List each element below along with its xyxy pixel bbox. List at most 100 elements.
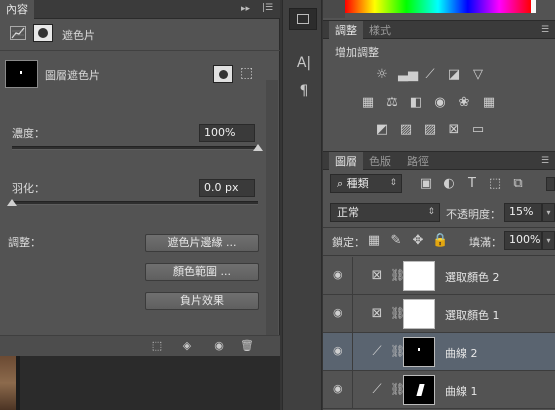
curves-layer-icon[interactable]: ⟋ bbox=[369, 344, 385, 360]
document-canvas[interactable] bbox=[0, 356, 280, 410]
eye-icon[interactable]: ◉ bbox=[333, 383, 347, 395]
color-panel-strip bbox=[323, 0, 345, 18]
layer-row[interactable]: ◉ ⊠ ⛓ 選取顏色 2 bbox=[323, 257, 555, 295]
mask-mode-icon[interactable] bbox=[33, 24, 53, 42]
load-selection-icon[interactable]: ⬚ bbox=[150, 339, 164, 353]
layer-mask-thumbnail[interactable] bbox=[403, 261, 435, 291]
filter-toggle[interactable] bbox=[546, 177, 555, 191]
layer-mask-thumbnail[interactable] bbox=[403, 375, 435, 405]
filter-shape-icon[interactable]: ⬚ bbox=[487, 176, 503, 192]
vector-mask-icon[interactable]: ⬚ bbox=[240, 64, 258, 82]
opacity-field[interactable]: 15% bbox=[504, 203, 542, 222]
selective-color-layer-icon[interactable]: ⊠ bbox=[369, 268, 385, 284]
layer-name[interactable]: 曲線 2 bbox=[445, 345, 478, 361]
paragraph-panel-icon[interactable]: ¶ bbox=[295, 82, 313, 100]
tab-styles-label: 樣式 bbox=[369, 24, 391, 37]
tab-styles[interactable]: 樣式 bbox=[363, 21, 397, 40]
color-spectrum-white[interactable] bbox=[531, 0, 536, 13]
feather-slider[interactable] bbox=[12, 201, 258, 205]
opacity-dropdown-icon[interactable]: ▾ bbox=[542, 203, 555, 222]
apply-mask-icon[interactable]: ◈ bbox=[180, 339, 194, 353]
vibrance-icon[interactable]: ▽ bbox=[470, 67, 486, 83]
tab-layers[interactable]: 圖層 bbox=[329, 152, 363, 171]
color-lookup-icon[interactable]: ▦ bbox=[481, 95, 497, 111]
lock-transparency-icon[interactable]: ▦ bbox=[366, 233, 382, 249]
pixel-mask-icon[interactable] bbox=[213, 65, 233, 83]
gradient-map-icon[interactable]: ▭ bbox=[470, 122, 486, 138]
mask-edge-button[interactable]: 遮色片邊緣 ... bbox=[145, 234, 259, 252]
photo-filter-icon[interactable]: ◉ bbox=[432, 95, 448, 111]
visibility-eye-icon[interactable]: ◉ bbox=[212, 339, 226, 353]
canvas-image-edge bbox=[0, 356, 16, 410]
layer-name[interactable]: 選取顏色 2 bbox=[445, 269, 500, 285]
blend-mode-value: 正常 bbox=[337, 206, 359, 219]
filter-pixel-icon[interactable]: ▣ bbox=[418, 176, 434, 192]
mask-thumbnail bbox=[5, 60, 38, 88]
layer-row[interactable]: ◉ ⟋ ⛓ 曲線 2 bbox=[323, 333, 555, 371]
lock-position-icon[interactable]: ✥ bbox=[410, 233, 426, 249]
curves-layer-icon[interactable]: ⟋ bbox=[369, 382, 385, 398]
adjustment-curves-icon[interactable] bbox=[10, 26, 26, 40]
layers-tabbar: 圖層 色版 路徑 ☰ bbox=[323, 151, 555, 171]
lock-all-icon[interactable]: 🔒 bbox=[432, 233, 448, 249]
layer-name[interactable]: 選取顏色 1 bbox=[445, 307, 500, 323]
tab-properties[interactable]: 內容 bbox=[0, 0, 34, 19]
black-white-icon[interactable]: ◧ bbox=[408, 95, 424, 111]
layer-row[interactable]: ◉ ⟋ ⛓ 曲線 1 bbox=[323, 371, 555, 409]
filter-smartobject-icon[interactable]: ⧉ bbox=[510, 176, 526, 192]
eye-icon[interactable]: ◉ bbox=[333, 269, 347, 281]
divider bbox=[323, 227, 555, 228]
properties-footer: ⬚ ◈ ◉ 🗑 bbox=[0, 335, 280, 356]
density-slider-thumb[interactable] bbox=[253, 144, 263, 151]
eye-icon[interactable]: ◉ bbox=[333, 345, 347, 357]
threshold-icon[interactable]: ▨ bbox=[422, 122, 438, 138]
eye-icon[interactable]: ◉ bbox=[333, 307, 347, 319]
levels-icon[interactable]: ▃▅ bbox=[398, 67, 418, 83]
invert-adj-icon[interactable]: ◩ bbox=[374, 122, 390, 138]
properties-panel: 內容 ▸▸ |☰ 遮色片 圖層遮色片 ⬚ 濃度： 100% 羽化： 0.0 px… bbox=[0, 0, 280, 356]
layer-name[interactable]: 曲線 1 bbox=[445, 383, 478, 399]
layer-filter-value: 種類 bbox=[346, 177, 369, 190]
curves-icon[interactable]: ⟋ bbox=[422, 67, 438, 83]
brightness-contrast-icon[interactable]: ☼ bbox=[374, 67, 390, 83]
delete-icon[interactable]: 🗑 bbox=[240, 339, 254, 353]
color-spectrum[interactable] bbox=[345, 0, 531, 13]
color-balance-icon[interactable]: ⚖ bbox=[384, 95, 400, 111]
properties-scrollbar[interactable] bbox=[266, 80, 278, 336]
collapse-arrows-icon[interactable]: ▸▸ bbox=[241, 4, 250, 14]
feather-label: 羽化： bbox=[12, 182, 45, 195]
channel-mixer-icon[interactable]: ❀ bbox=[456, 95, 472, 111]
density-slider[interactable] bbox=[12, 146, 258, 150]
tab-adjustments[interactable]: 調整 bbox=[329, 21, 363, 40]
layer-mask-thumbnail[interactable] bbox=[403, 337, 435, 367]
panel-menu-icon[interactable]: ☰ bbox=[541, 156, 549, 166]
blend-mode-select[interactable]: 正常 ⇕ bbox=[330, 203, 440, 222]
layer-row[interactable]: ◉ ⊠ ⛓ 選取顏色 1 bbox=[323, 295, 555, 333]
hue-saturation-icon[interactable]: ▦ bbox=[360, 95, 376, 111]
filter-type-icon[interactable]: T bbox=[464, 176, 480, 192]
selective-color-layer-icon[interactable]: ⊠ bbox=[369, 306, 385, 322]
panel-menu-icon[interactable]: ☰ bbox=[541, 25, 549, 35]
panel-menu-icon[interactable]: |☰ bbox=[262, 3, 273, 13]
fill-field[interactable]: 100% bbox=[504, 231, 542, 250]
invert-button[interactable]: 負片效果 bbox=[145, 292, 259, 310]
density-field[interactable]: 100% bbox=[199, 124, 255, 142]
exposure-icon[interactable]: ◪ bbox=[446, 67, 462, 83]
panel-group-icon[interactable] bbox=[289, 8, 317, 30]
layer-mask-thumbnail[interactable] bbox=[403, 299, 435, 329]
tab-channels-label: 色版 bbox=[369, 155, 391, 168]
posterize-icon[interactable]: ▨ bbox=[398, 122, 414, 138]
feather-slider-thumb[interactable] bbox=[7, 199, 17, 206]
tab-channels[interactable]: 色版 bbox=[363, 152, 397, 171]
tab-adjustments-label: 調整 bbox=[335, 24, 357, 37]
layer-filter-select[interactable]: ⌕ 種類 ⇕ bbox=[330, 174, 402, 193]
lock-brush-icon[interactable]: ✎ bbox=[388, 233, 404, 249]
character-panel-icon[interactable]: A| bbox=[295, 54, 313, 72]
feather-field[interactable]: 0.0 px bbox=[199, 179, 255, 197]
filter-adjustment-icon[interactable]: ◐ bbox=[441, 176, 457, 192]
color-range-button[interactable]: 顏色範圍 ... bbox=[145, 263, 259, 281]
fill-dropdown-icon[interactable]: ▾ bbox=[542, 231, 555, 250]
chevron-updown-icon: ⇕ bbox=[389, 178, 397, 188]
tab-paths[interactable]: 路徑 bbox=[401, 152, 435, 171]
selective-color-icon[interactable]: ⊠ bbox=[446, 122, 462, 138]
